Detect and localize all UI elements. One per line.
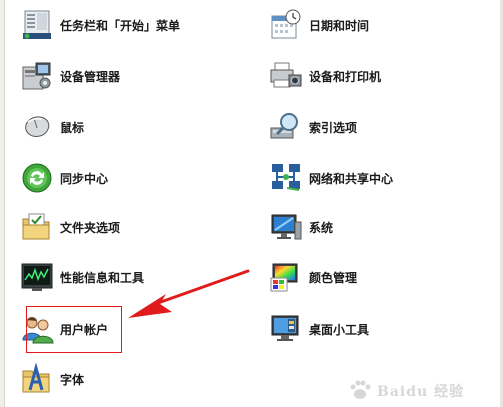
item-label: 网络和共享中心 <box>309 171 394 186</box>
item-label: 文件夹选项 <box>60 220 121 235</box>
taskbar-icon <box>23 10 51 39</box>
annotation-highlight-box <box>26 306 122 353</box>
item-label: 性能信息和工具 <box>60 270 145 285</box>
paw-logo-icon <box>350 380 371 399</box>
item-network-sharing[interactable]: 网络和共享中心 <box>269 158 393 198</box>
item-label: 任务栏和「开始」菜单 <box>60 18 181 33</box>
item-folder-options[interactable]: 文件夹选项 <box>20 207 120 247</box>
performance-icon <box>21 263 53 291</box>
item-devices-printers[interactable]: 设备和打印机 <box>269 56 381 96</box>
item-performance-tools[interactable]: 性能信息和工具 <box>20 257 144 297</box>
item-device-manager[interactable]: 设备管理器 <box>20 56 120 96</box>
sync-center-icon <box>22 163 52 193</box>
network-sharing-icon <box>272 164 300 191</box>
item-label: 索引选项 <box>309 120 358 135</box>
item-label: 鼠标 <box>60 120 85 135</box>
system-icon <box>271 214 302 240</box>
item-label: 设备管理器 <box>60 69 121 84</box>
item-system[interactable]: 系统 <box>269 207 333 247</box>
item-sync-center[interactable]: 同步中心 <box>20 158 108 198</box>
window-left-edge <box>0 0 5 407</box>
item-color-management[interactable]: 颜色管理 <box>269 257 357 297</box>
item-mouse[interactable]: 鼠标 <box>20 107 84 147</box>
indexing-options-icon <box>270 113 298 139</box>
item-label: 设备和打印机 <box>309 69 382 84</box>
item-label: 同步中心 <box>60 171 109 186</box>
item-taskbar-start-menu[interactable]: 任务栏和「开始」菜单 <box>20 5 180 45</box>
desktop-gadgets-icon <box>271 315 299 341</box>
item-indexing-options[interactable]: 索引选项 <box>269 107 357 147</box>
date-time-icon <box>271 9 301 39</box>
devices-printers-icon <box>270 62 302 88</box>
watermark-text: Baidu 经验 <box>377 384 465 400</box>
color-management-icon <box>270 263 298 292</box>
item-label: 系统 <box>309 220 334 235</box>
device-manager-icon <box>22 62 51 90</box>
folder-options-icon <box>22 213 50 240</box>
item-label: 日期和时间 <box>309 18 370 33</box>
item-fonts[interactable]: 字体 <box>20 359 84 399</box>
mouse-icon <box>25 116 50 137</box>
item-date-time[interactable]: 日期和时间 <box>269 5 369 45</box>
item-label: 颜色管理 <box>309 270 358 285</box>
fonts-icon <box>22 362 50 393</box>
item-label: 桌面小工具 <box>309 322 370 337</box>
item-desktop-gadgets[interactable]: 桌面小工具 <box>269 309 369 349</box>
item-label: 字体 <box>60 372 85 387</box>
baidu-jingyan-watermark: Baidu 经验 <box>347 377 497 403</box>
